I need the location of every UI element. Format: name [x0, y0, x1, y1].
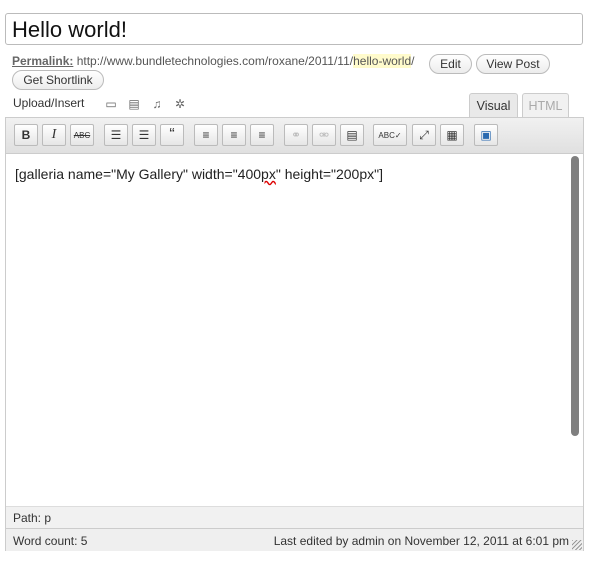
italic-button[interactable]: I	[42, 124, 66, 146]
numbered-list-icon[interactable]: ☰	[132, 124, 156, 146]
align-right-icon[interactable]: ≡	[250, 124, 274, 146]
post-title-field[interactable]: Hello world!	[5, 13, 583, 45]
word-count: Word count: 5	[13, 534, 88, 548]
bold-button[interactable]: B	[14, 124, 38, 146]
path-text: Path: p	[13, 511, 52, 525]
editor-content[interactable]: [galleria name="My Gallery" width="400px…	[15, 166, 383, 182]
permalink-row: Permalink: http://www.bundletechnologies…	[12, 54, 414, 68]
get-shortlink-button[interactable]: Get Shortlink	[12, 70, 104, 90]
editor-toolbar: B I ABC ☰ ☰ “ ≡ ≡ ≡ ⚭ ⚮ ▤ ABC✓ ⤢ ▦ ▣	[6, 118, 583, 154]
remove-link-icon[interactable]: ⚮	[312, 124, 336, 146]
more-tag-icon[interactable]: ▤	[340, 124, 364, 146]
gallery-icon[interactable]: ▣	[474, 124, 498, 146]
tab-visual[interactable]: Visual	[469, 93, 518, 118]
tab-html[interactable]: HTML	[522, 93, 569, 118]
view-post-button[interactable]: View Post	[476, 54, 550, 74]
editor-scrollbar[interactable]	[571, 156, 579, 436]
blockquote-icon[interactable]: “	[160, 124, 184, 146]
editor-text-after: " height="200px"]	[275, 166, 383, 182]
post-title-text: Hello world!	[12, 17, 127, 42]
permalink-base: http://www.bundletechnologies.com/roxane…	[76, 54, 354, 68]
spellcheck-icon[interactable]: ABC✓	[373, 124, 407, 146]
align-center-icon[interactable]: ≡	[222, 124, 246, 146]
audio-icon[interactable]: ♫	[151, 98, 163, 110]
permalink-trail: /	[411, 54, 415, 68]
fullscreen-icon[interactable]: ⤢	[412, 124, 436, 146]
editor-container: B I ABC ☰ ☰ “ ≡ ≡ ≡ ⚭ ⚮ ▤ ABC✓ ⤢ ▦ ▣ [ga…	[5, 117, 584, 551]
align-left-icon[interactable]: ≡	[194, 124, 218, 146]
insert-link-icon[interactable]: ⚭	[284, 124, 308, 146]
strikethrough-button[interactable]: ABC	[70, 124, 94, 146]
resize-handle[interactable]	[572, 540, 582, 550]
upload-insert-label: Upload/Insert	[13, 96, 85, 110]
misspelled-word: px	[261, 166, 276, 182]
last-edited: Last edited by admin on November 12, 201…	[273, 534, 569, 548]
edit-permalink-button[interactable]: Edit	[429, 54, 472, 74]
editor-text-before: [galleria name="My Gallery" width="400	[15, 166, 262, 182]
media-icon[interactable]: ✲	[174, 98, 186, 110]
status-bar: Word count: 5 Last edited by admin on No…	[6, 528, 583, 551]
video-icon[interactable]: ▤	[128, 98, 140, 110]
permalink-label: Permalink:	[12, 54, 74, 68]
bullet-list-icon[interactable]: ☰	[104, 124, 128, 146]
image-icon[interactable]: ▭	[105, 98, 117, 110]
permalink-slug[interactable]: hello-world	[353, 54, 412, 68]
path-bar: Path: p	[6, 506, 583, 528]
kitchen-sink-icon[interactable]: ▦	[440, 124, 464, 146]
